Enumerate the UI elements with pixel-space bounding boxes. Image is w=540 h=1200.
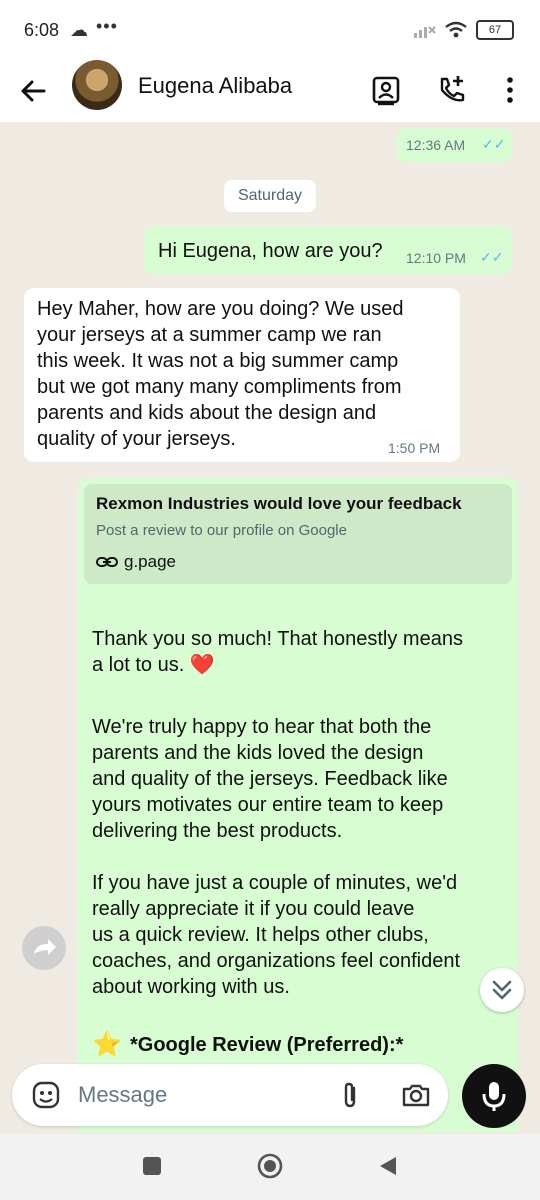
wifi-icon <box>445 21 467 38</box>
day-divider: Saturday <box>224 180 316 212</box>
message-input[interactable]: Message <box>78 1082 167 1108</box>
chevron-double-down-icon <box>492 980 512 1000</box>
link-preview-description: Post a review to our profile on Google <box>96 522 347 539</box>
status-right: 67 <box>412 20 514 40</box>
link-domain: g.page <box>124 552 176 571</box>
forward-icon <box>34 939 56 955</box>
chat-area[interactable]: 12:36 AM ✓✓ Saturday Hi Eugena, how are … <box>0 122 540 1132</box>
message-outgoing[interactable]: Hi Eugena, how are you? 12:10 PM ✓✓ <box>144 226 512 274</box>
link-preview-title: Rexmon Industries would love your feedba… <box>96 494 462 513</box>
emoji-icon[interactable] <box>30 1079 62 1111</box>
message-incoming[interactable]: Hey Maher, how are you doing? We used yo… <box>24 288 460 462</box>
signal-icon <box>414 26 436 38</box>
read-ticks-icon: ✓✓ <box>482 136 506 152</box>
message-time: 12:36 AM <box>406 137 466 153</box>
mic-button[interactable] <box>462 1064 526 1128</box>
mic-icon <box>482 1082 506 1111</box>
contact-card-icon[interactable] <box>368 72 404 108</box>
avatar[interactable] <box>72 60 122 110</box>
message-heading: *Google Review (Preferred):* <box>130 1034 404 1056</box>
message-text: Hey Maher, how are you doing? We used yo… <box>37 298 404 450</box>
cloud-icon: ☁ <box>70 20 88 40</box>
more-vert-icon[interactable] <box>492 72 528 108</box>
message-paragraph-1: Thank you so much! That honestly means a… <box>92 628 463 676</box>
link-icon <box>96 557 118 567</box>
message-time: 12:10 PM <box>406 250 466 266</box>
message-paragraph-3: If you have just a couple of minutes, we… <box>92 872 461 998</box>
camera-icon[interactable] <box>400 1079 432 1111</box>
nav-home-icon[interactable] <box>256 1152 284 1180</box>
link-preview-url[interactable]: g.page <box>96 552 176 572</box>
battery-indicator: 67 <box>476 20 514 40</box>
contact-name[interactable]: Eugena Alibaba <box>138 73 292 99</box>
message-paragraph-2: We're truly happy to hear that both the … <box>92 716 448 842</box>
system-nav-bar <box>0 1134 540 1200</box>
attach-icon[interactable] <box>334 1079 366 1111</box>
message-text: Hi Eugena, how are you? <box>158 240 383 262</box>
back-arrow-icon[interactable] <box>16 74 50 108</box>
message-time: 1:50 PM <box>388 440 441 456</box>
message-outgoing-partial[interactable]: 12:36 AM ✓✓ <box>396 128 512 162</box>
scroll-to-bottom-button[interactable] <box>480 968 524 1012</box>
message-composer[interactable]: Message <box>12 1064 448 1126</box>
star-icon: ⭐ <box>92 1031 122 1058</box>
chat-header: Eugena Alibaba <box>0 60 540 123</box>
status-bar: 6:08 ☁ ••• 67 <box>0 0 540 60</box>
link-preview[interactable]: Rexmon Industries would love your feedba… <box>84 484 512 584</box>
read-ticks-icon: ✓✓ <box>480 249 504 265</box>
nav-back-icon[interactable] <box>376 1154 400 1178</box>
add-call-icon[interactable] <box>434 72 470 108</box>
nav-square-icon[interactable] <box>140 1154 164 1178</box>
status-extra: ••• <box>96 16 118 36</box>
forward-button[interactable] <box>22 926 66 970</box>
status-time: 6:08 <box>24 20 60 40</box>
